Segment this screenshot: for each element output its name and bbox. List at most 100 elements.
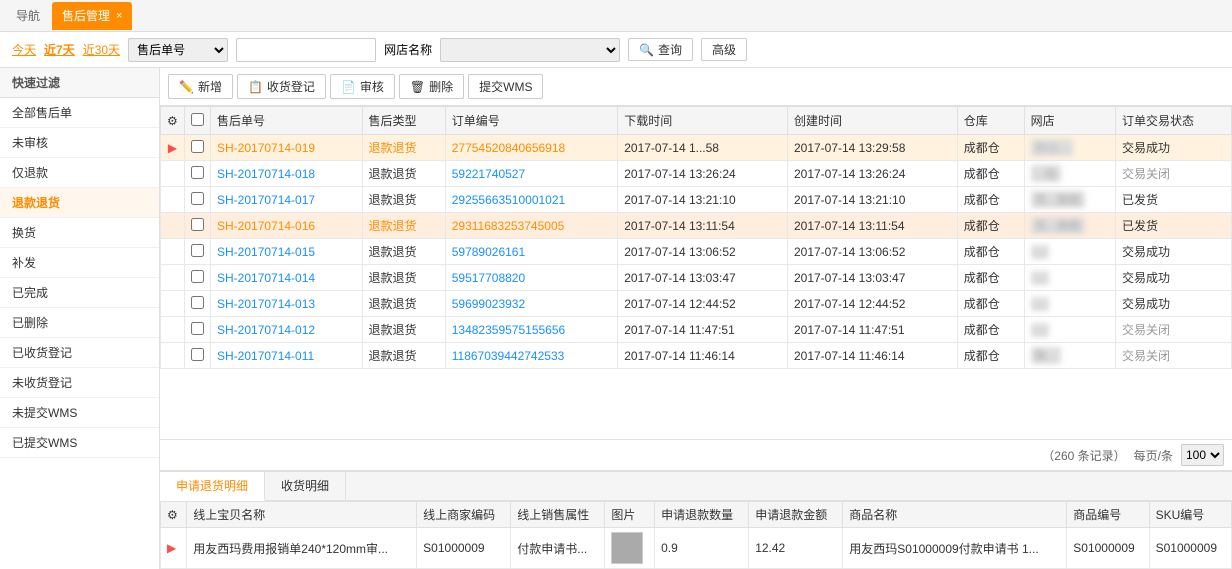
- flag-cell: [161, 213, 185, 239]
- row-order[interactable]: 29255663510001021: [445, 187, 618, 213]
- row-created: 2017-07-14 11:47:51: [787, 317, 957, 343]
- date-today-link[interactable]: 今天: [12, 41, 36, 58]
- sidebar-item-deleted[interactable]: 已删除: [0, 308, 159, 338]
- row-status: 交易成功: [1115, 239, 1231, 265]
- nav-tab-after-sales[interactable]: 售后管理 ×: [52, 2, 132, 30]
- row-status: 已发货: [1115, 187, 1231, 213]
- row-checkbox-cell[interactable]: [185, 187, 211, 213]
- col-status: 订单交易状态: [1115, 107, 1231, 135]
- row-id[interactable]: SH-20170714-012: [211, 317, 363, 343]
- sidebar-item-all[interactable]: 全部售后单: [0, 98, 159, 128]
- tab-refund-detail[interactable]: 申请退货明细: [160, 472, 265, 501]
- row-shop: ...: [1024, 291, 1115, 317]
- product-image: [611, 532, 643, 564]
- row-order[interactable]: 59517708820: [445, 265, 618, 291]
- row-checkbox-cell[interactable]: [185, 291, 211, 317]
- pagination-bar: （260 条记录） 每页/条 100 50 200: [160, 439, 1232, 470]
- row-status: 已发货: [1115, 213, 1231, 239]
- audit-button[interactable]: 📄 审核: [330, 74, 395, 99]
- sidebar-item-completed[interactable]: 已完成: [0, 278, 159, 308]
- row-checkbox-cell[interactable]: [185, 161, 211, 187]
- close-icon[interactable]: ×: [116, 10, 122, 22]
- col-settings[interactable]: ⚙: [161, 107, 185, 135]
- table-row[interactable]: SH-20170714-011 退款退货 11867039442742533 2…: [161, 343, 1232, 369]
- table-row[interactable]: SH-20170714-016 退款退货 29311683253745005 2…: [161, 213, 1232, 239]
- row-id[interactable]: SH-20170714-015: [211, 239, 363, 265]
- field-select[interactable]: 售后单号: [128, 38, 228, 62]
- page-size-select[interactable]: 100 50 200: [1181, 444, 1224, 466]
- table-row[interactable]: ▶ SH-20170714-019 退款退货 27754520840656918…: [161, 135, 1232, 161]
- row-checkbox-cell[interactable]: [185, 213, 211, 239]
- col-checkbox[interactable]: [185, 107, 211, 135]
- col-bottom-settings[interactable]: ⚙: [161, 502, 187, 528]
- row-order[interactable]: 11867039442742533: [445, 343, 618, 369]
- row-checkbox-cell[interactable]: [185, 135, 211, 161]
- sidebar-item-not-received[interactable]: 未收货登记: [0, 368, 159, 398]
- row-download: 2017-07-14 11:47:51: [618, 317, 788, 343]
- row-type: 退款退货: [362, 239, 445, 265]
- row-id[interactable]: SH-20170714-018: [211, 161, 363, 187]
- table-row[interactable]: SH-20170714-017 退款退货 29255663510001021 2…: [161, 187, 1232, 213]
- tab-receive-detail[interactable]: 收货明细: [265, 472, 346, 500]
- flag-cell: [161, 161, 185, 187]
- col-id: 售后单号: [211, 107, 363, 135]
- submit-wms-button[interactable]: 提交WMS: [468, 74, 543, 99]
- flag-cell: [161, 265, 185, 291]
- row-order[interactable]: 29311683253745005: [445, 213, 618, 239]
- row-id[interactable]: SH-20170714-013: [211, 291, 363, 317]
- sidebar-item-unreviewed[interactable]: 未审核: [0, 128, 159, 158]
- row-status: 交易成功: [1115, 265, 1231, 291]
- table-row[interactable]: SH-20170714-013 退款退货 59699023932 2017-07…: [161, 291, 1232, 317]
- add-button[interactable]: ✏️ 新增: [168, 74, 233, 99]
- row-download: 2017-07-14 13:06:52: [618, 239, 788, 265]
- row-order[interactable]: 59789026161: [445, 239, 618, 265]
- sidebar-item-exchange[interactable]: 换货: [0, 218, 159, 248]
- row-id[interactable]: SH-20170714-019: [211, 135, 363, 161]
- receive-button[interactable]: 📋 收货登记: [237, 74, 326, 99]
- bottom-table: ⚙ 线上宝贝名称 线上商家编码 线上销售属性 图片 申请退款数量 申请退款金额 …: [160, 501, 1232, 569]
- sidebar-item-not-submitted-wms[interactable]: 未提交WMS: [0, 398, 159, 428]
- col-goods-name: 商品名称: [843, 502, 1067, 528]
- row-order[interactable]: 59221740527: [445, 161, 618, 187]
- shop-select[interactable]: [440, 38, 620, 62]
- row-checkbox-cell[interactable]: [185, 317, 211, 343]
- search-input[interactable]: [236, 38, 376, 62]
- nav-home[interactable]: 导航: [8, 7, 48, 24]
- date-month-link[interactable]: 近30天: [83, 41, 120, 58]
- sidebar: 快速过滤 全部售后单 未审核 仅退款 退款退货 换货 补发 已完成 已删除 已收…: [0, 68, 160, 569]
- row-id[interactable]: SH-20170714-017: [211, 187, 363, 213]
- row-checkbox-cell[interactable]: [185, 343, 211, 369]
- row-shop: 办公...: [1024, 135, 1115, 161]
- query-button[interactable]: 🔍 查询: [628, 38, 693, 61]
- col-created: 创建时间: [787, 107, 957, 135]
- row-order[interactable]: 13482359575155656: [445, 317, 618, 343]
- sidebar-item-submitted-wms[interactable]: 已提交WMS: [0, 428, 159, 458]
- sidebar-item-received[interactable]: 已收货登记: [0, 338, 159, 368]
- table-row[interactable]: SH-20170714-012 退款退货 13482359575155656 2…: [161, 317, 1232, 343]
- advanced-button[interactable]: 高级: [701, 38, 747, 61]
- table-row[interactable]: SH-20170714-014 退款退货 59517708820 2017-07…: [161, 265, 1232, 291]
- table-wrapper[interactable]: ⚙ 售后单号 售后类型 订单编号 下载时间 创建时间 仓库 网店 订单交易状态 …: [160, 106, 1232, 439]
- row-order[interactable]: 27754520840656918: [445, 135, 618, 161]
- date-week-link[interactable]: 近7天: [44, 41, 75, 58]
- row-type: 退款退货: [362, 317, 445, 343]
- row-checkbox-cell[interactable]: [185, 265, 211, 291]
- row-type: 退款退货: [362, 265, 445, 291]
- col-download: 下载时间: [618, 107, 788, 135]
- row-warehouse: 成都仓: [957, 317, 1024, 343]
- table-row[interactable]: SH-20170714-018 退款退货 59221740527 2017-07…: [161, 161, 1232, 187]
- table-row[interactable]: SH-20170714-015 退款退货 59789026161 2017-07…: [161, 239, 1232, 265]
- row-id[interactable]: SH-20170714-014: [211, 265, 363, 291]
- table-header-row: ⚙ 售后单号 售后类型 订单编号 下载时间 创建时间 仓库 网店 订单交易状态: [161, 107, 1232, 135]
- sidebar-item-refund-only[interactable]: 仅退款: [0, 158, 159, 188]
- row-checkbox-cell[interactable]: [185, 239, 211, 265]
- shop-label: 网店名称: [384, 41, 432, 58]
- row-id[interactable]: SH-20170714-011: [211, 343, 363, 369]
- bottom-flag: ▶: [161, 528, 187, 569]
- list-item[interactable]: ▶ 用友西玛费用报销单240*120mm审... S01000009 付款申请书…: [161, 528, 1232, 569]
- delete-button[interactable]: 🗑 删除: [399, 74, 464, 99]
- sidebar-item-resend[interactable]: 补发: [0, 248, 159, 278]
- row-id[interactable]: SH-20170714-016: [211, 213, 363, 239]
- row-order[interactable]: 59699023932: [445, 291, 618, 317]
- sidebar-item-refund-return[interactable]: 退款退货: [0, 188, 159, 218]
